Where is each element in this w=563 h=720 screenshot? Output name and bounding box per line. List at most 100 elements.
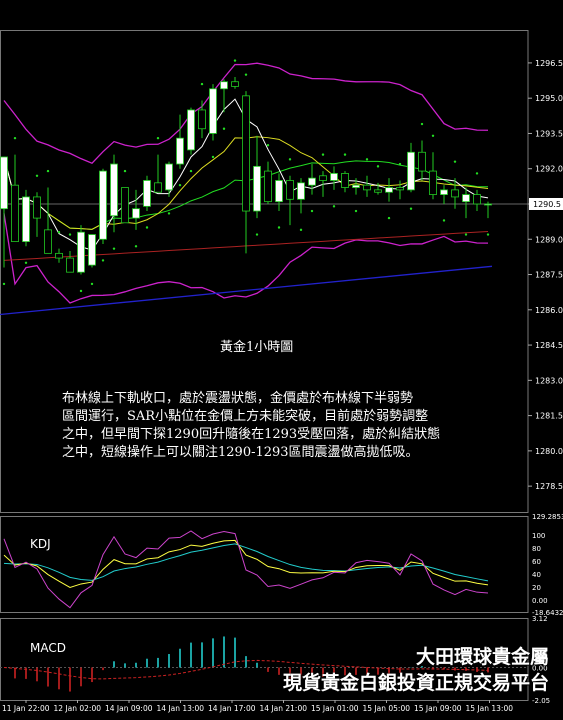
sar-dot [387,216,391,220]
macd-tick-label: -2.05 [532,697,550,705]
sar-dot [431,134,435,138]
sar-dot [343,153,347,156]
y-tick-label: 1296.5 [535,59,563,68]
sar-dot [464,233,468,236]
candle-body [77,231,85,273]
candle-body [418,151,426,172]
candle-body [231,81,239,87]
candle-body [363,184,371,191]
candle-body [11,184,19,243]
sar-dot [354,209,358,213]
sar-dot [255,233,259,236]
analysis-commentary: 布林線上下軌收口，處於震盪狀態，金價處於布林線下半弱勢 區間運行，SAR小點位在… [62,390,492,462]
x-tick-label: 12 Jan 02:00 [54,704,102,713]
brand-name: 大田環球貴金屬 [415,646,549,668]
sar-dot [321,153,325,156]
sar-dot [167,212,171,215]
y-tick-label: 1289.0 [535,235,563,244]
sar-dot [156,136,160,140]
candle-body [99,170,107,240]
candle-body [44,229,52,254]
y-tick-label: 1292.0 [535,165,563,174]
macd-tick-label: 3.12 [532,615,548,623]
candle-body [176,137,184,165]
sar-dot [365,158,369,161]
candle-body [341,173,349,188]
candle-body [451,189,459,198]
candle-body [297,182,305,200]
candle-body [352,184,360,188]
sar-dot [211,155,215,159]
candle-body [275,180,283,203]
x-tick-label: 15 Jan 13:00 [466,704,514,713]
commentary-line: 之中，短線操作上可以關注1290-1293區間震盪做高拋低吸。 [62,445,419,460]
candle-body [374,189,382,193]
y-tick-label: 1278.5 [535,482,563,491]
candle-body [187,109,195,151]
candle-body [308,177,316,186]
brand-tagline: 現貨黃金白銀投資正規交易平台 [282,672,549,694]
kdj-tick-label: 80 [532,545,541,553]
kdj-tick-label: 20 [532,584,541,592]
x-tick-label: 15 Jan 05:00 [363,704,411,713]
sar-dot [13,136,17,140]
x-tick-label: 11 Jan 22:00 [2,704,50,713]
sar-dot [101,259,105,262]
sar-dot [442,219,446,222]
candle-body [462,194,470,203]
sar-dot [398,162,402,166]
candle-body [198,109,206,130]
current-price-label: 1290.5 [533,200,561,209]
sar-dot [277,226,281,229]
candle-body [286,180,294,200]
sar-dot [134,245,138,248]
sar-dot [486,233,490,236]
sar-dot [24,261,28,264]
sar-dot [299,228,303,232]
kdj-j-line [3,530,489,609]
sar-dot [233,59,237,62]
candle-body [385,187,393,193]
macd-panel-label: MACD [30,641,66,655]
kdj-panel-label: KDJ [30,537,51,551]
x-tick-label: 14 Jan 13:00 [157,704,205,713]
sar-dot [90,282,94,286]
candle-body [319,175,327,181]
candle-body [110,163,118,217]
kdj-tick-label: 60 [532,558,541,566]
y-tick-label: 1284.5 [535,341,563,350]
candle-body [33,196,41,219]
sar-dot [145,226,149,229]
sar-dot [244,73,248,76]
x-tick-label: 15 Jan 01:00 [311,704,359,713]
candle-body [330,173,338,181]
candle-body [0,156,8,210]
sar-dot [112,247,116,250]
trend-line [0,265,493,316]
candle-body [253,165,261,212]
candle-body [165,163,173,191]
chart-canvas: 1296.5 1295.0 1293.5 1292.0 1290.5 1289.0 1287… [0,30,563,713]
chart-title: 黃金1小時圖 [220,340,294,355]
y-tick-label: 1280.0 [535,447,563,456]
candle-body [484,203,492,206]
candle-body [132,208,140,219]
sar-dot [475,172,479,175]
x-tick-label: 14 Jan 17:00 [208,704,256,713]
candle-body [220,81,228,90]
candle-body [209,88,217,134]
sar-dot [310,209,314,213]
commentary-line: 區間運行，SAR小點位在金價上方未能突破，目前處於弱勢調整 [62,409,429,424]
candle-body [121,187,129,224]
sar-dot [200,82,204,86]
y-tick-label: 1283.0 [535,376,563,385]
sar-dot [453,160,457,163]
candle-body [154,182,162,193]
x-tick-label: 14 Jan 21:00 [260,704,308,713]
x-tick-label: 14 Jan 09:00 [105,704,153,713]
sar-dot [420,122,424,126]
kdj-tick-label: 129.2853 [532,513,563,521]
candle-body [407,151,415,191]
sar-dot [266,144,270,147]
y-tick-label: 1295.0 [535,94,563,103]
